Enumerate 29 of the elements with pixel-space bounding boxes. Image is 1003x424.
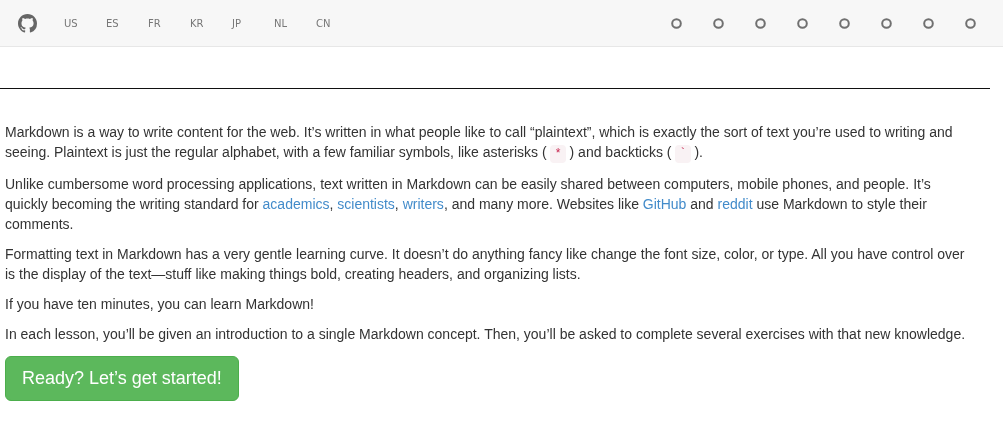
inline-code: *	[550, 145, 566, 163]
lesson-circle-icon[interactable]	[839, 17, 850, 29]
text-link[interactable]: scientists	[337, 196, 395, 212]
paragraph: If you have ten minutes, you can learn Markdown!	[5, 295, 315, 314]
github-icon[interactable]	[18, 13, 37, 33]
lesson-circle-icon[interactable]	[923, 17, 934, 29]
language-link[interactable]: NL	[274, 17, 316, 29]
text-link[interactable]: GitHub	[642, 196, 687, 212]
language-link[interactable]: CN	[316, 17, 358, 29]
language-link[interactable]: KR	[190, 17, 232, 29]
paragraph: Formatting text in Markdown has a very gentle learning curve. It doesn’t do anything fancy like change the font size, color, or type. All you have control over is the display of the text—stuff like making things bold, creating headers, and organizing lists.	[5, 245, 966, 284]
lesson-circle-icon[interactable]	[965, 17, 976, 29]
lesson-circle-icon[interactable]	[797, 17, 808, 29]
language-link[interactable]: FR	[148, 17, 190, 29]
lesson-circle-icon[interactable]	[755, 17, 766, 29]
language-link[interactable]: ES	[106, 17, 148, 29]
paragraph: In each lesson, you’ll be given an introduction to a single Markdown concept. Then, you’ll be asked to complete several exercises with that new knowledge.	[5, 325, 967, 344]
language-link[interactable]: US	[64, 17, 106, 29]
inline-code: `	[675, 145, 691, 163]
lesson-circle-icon[interactable]	[881, 17, 892, 29]
lesson-circle-icon[interactable]	[713, 17, 724, 29]
lesson-circle-icon[interactable]	[671, 17, 682, 29]
paragraph: Unlike cumbersome word processing applications, text written in Markdown can be easily shared between computers, mobile phones, and people. It’s quickly becoming the writing standard for academics, scientists, writers, and many more. Websites like GitHub and reddit use Markdown to style their comments.	[5, 175, 932, 234]
text-link[interactable]: reddit	[717, 196, 753, 212]
text-link[interactable]: writers	[402, 196, 444, 212]
text-link[interactable]: academics	[262, 196, 330, 212]
start-button[interactable]: Ready? Let’s get started!	[5, 356, 239, 401]
paragraph: Markdown is a way to write content for the web. It’s written in what people like to call “plaintext”, which is exactly the sort of text you’re used to writing and seeing. Plaintext is just the regular alphabet, with a few familiar symbols, like asterisks ( * ) and backticks ( ` ).	[5, 123, 954, 164]
language-link[interactable]: JP	[232, 17, 274, 29]
